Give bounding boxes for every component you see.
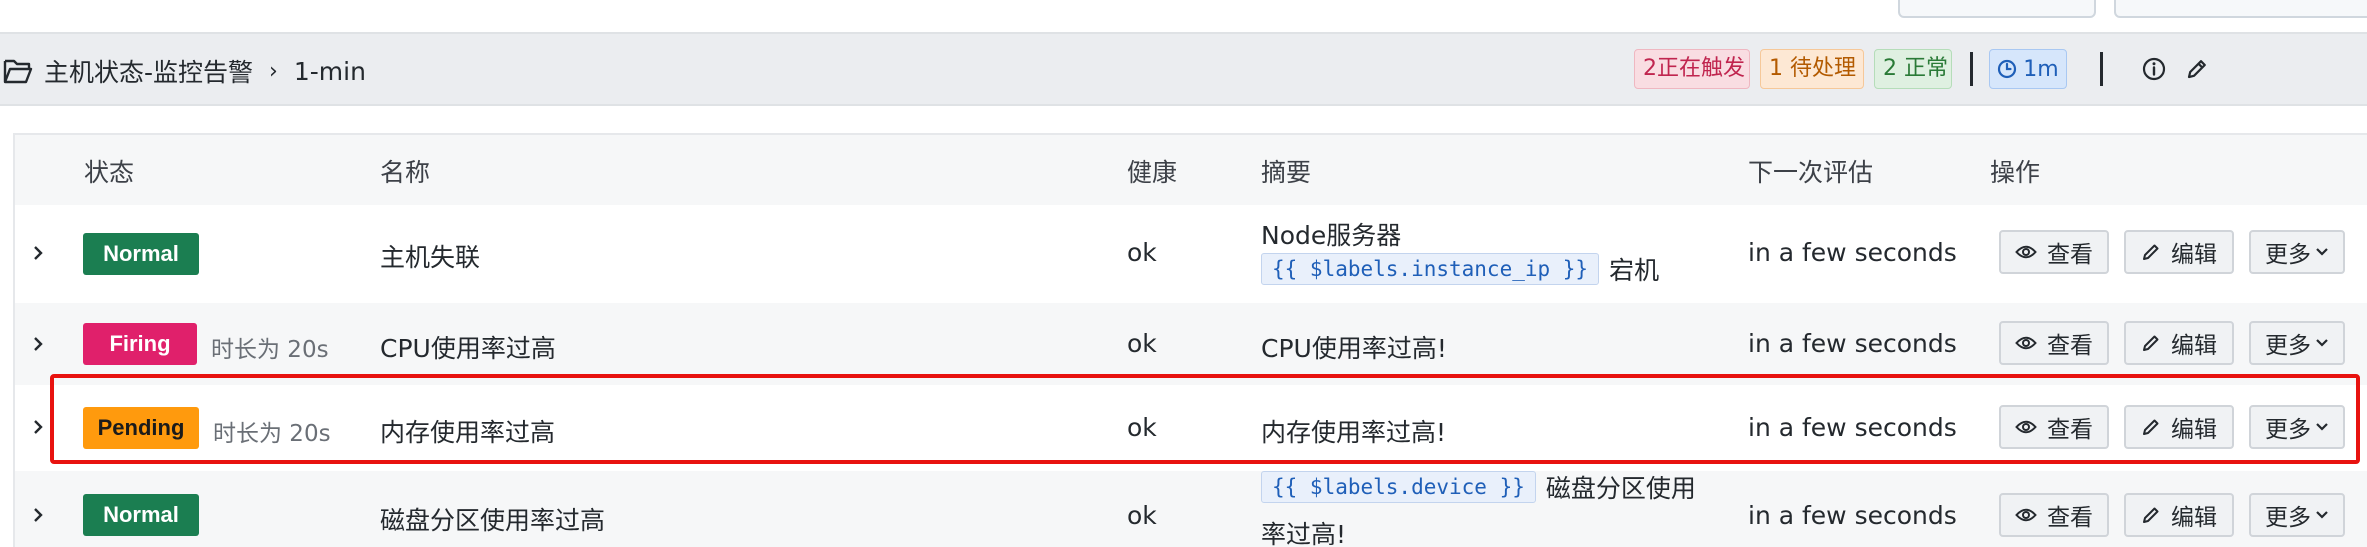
- chevron-down-icon: [2316, 511, 2328, 519]
- more-menu-button[interactable]: 更多: [2249, 493, 2345, 537]
- next-evaluation: in a few seconds: [1748, 238, 1957, 267]
- table-row[interactable]: Firing 时长为 20s CPU使用率过高 ok CPU使用率过高! in …: [15, 303, 2367, 385]
- column-header-name: 名称: [380, 158, 431, 187]
- rule-summary: CPU使用率过高!: [1261, 334, 1447, 363]
- info-icon[interactable]: [2141, 56, 2167, 82]
- chevron-right-icon[interactable]: [31, 333, 45, 355]
- divider: [2100, 52, 2103, 86]
- summary-template-code: {{ $labels.instance_ip }}: [1261, 253, 1600, 285]
- folder-open-icon: [3, 59, 33, 84]
- chevron-down-icon: [2316, 339, 2328, 347]
- rule-summary-line: {{ $labels.instance_ip }} 宕机: [1261, 251, 1659, 287]
- next-evaluation: in a few seconds: [1748, 501, 1957, 530]
- more-menu-button[interactable]: 更多: [2249, 321, 2345, 365]
- pending-count-badge: 1 待处理: [1760, 49, 1864, 89]
- group-name: 1-min: [293, 56, 366, 86]
- summary-template-code: {{ $labels.device }}: [1261, 471, 1536, 503]
- view-button[interactable]: 查看: [1999, 493, 2109, 537]
- rule-summary-text: Node服务器: [1261, 221, 1402, 250]
- edit-button-label: 编辑: [2171, 242, 2217, 268]
- evaluation-interval-value: 1m: [2023, 56, 2059, 82]
- state-duration: 时长为 20s: [211, 337, 329, 363]
- edit-button[interactable]: 编辑: [2124, 230, 2234, 274]
- chevron-right-icon[interactable]: [31, 416, 45, 438]
- view-button-label: 查看: [2047, 242, 2093, 268]
- breadcrumb: 主机状态-监控告警 › 1-min: [44, 52, 366, 90]
- next-evaluation: in a few seconds: [1748, 329, 1957, 358]
- rule-name: CPU使用率过高: [380, 334, 556, 363]
- rule-health: ok: [1127, 238, 1157, 267]
- column-header-state: 状态: [84, 158, 135, 187]
- table-header: 状态 名称 健康 摘要 下一次评估 操作: [15, 135, 2367, 205]
- group-folder-name[interactable]: 主机状态-监控告警: [44, 53, 253, 89]
- pencil-icon: [2143, 507, 2159, 523]
- edit-button[interactable]: 编辑: [2124, 321, 2234, 365]
- view-button[interactable]: 查看: [1999, 230, 2109, 274]
- chevron-right-icon: ›: [269, 58, 278, 84]
- chevron-down-icon: [2316, 248, 2328, 256]
- state-badge: Firing: [83, 323, 197, 365]
- view-button-label: 查看: [2047, 505, 2093, 531]
- edit-button-label: 编辑: [2171, 505, 2217, 531]
- edit-button[interactable]: 编辑: [2124, 493, 2234, 537]
- pencil-icon: [2143, 244, 2159, 260]
- more-button-label: 更多: [2265, 505, 2311, 531]
- rule-group-header: 主机状态-监控告警 › 1-min 2正在触发 1 待处理 2 正常 1m: [0, 32, 2367, 106]
- clock-icon: [1998, 59, 2017, 79]
- pencil-icon: [2143, 335, 2159, 351]
- rule-health: ok: [1127, 329, 1157, 358]
- more-menu-button[interactable]: 更多: [2249, 230, 2345, 274]
- state-badge: Normal: [83, 494, 199, 536]
- rule-health: ok: [1127, 501, 1157, 530]
- firing-count-badge: 2正在触发: [1634, 49, 1750, 89]
- top-toolbar-strip: [0, 0, 2367, 32]
- column-header-summary: 摘要: [1261, 158, 1312, 187]
- alert-rules-table: 状态 名称 健康 摘要 下一次评估 操作 Normal 主机失联 ok Node…: [13, 133, 2367, 547]
- rule-name: 磁盘分区使用率过高: [380, 506, 606, 535]
- column-header-actions: 操作: [1990, 158, 2041, 187]
- more-button-label: 更多: [2265, 242, 2311, 268]
- state-badge: Normal: [83, 233, 199, 275]
- edit-button-label: 编辑: [2171, 333, 2217, 359]
- evaluation-interval-badge: 1m: [1989, 49, 2067, 89]
- chevron-right-icon[interactable]: [31, 504, 45, 526]
- top-button-partial-1[interactable]: [1898, 0, 2096, 18]
- highlight-box: [50, 374, 2360, 464]
- rule-summary-text-wrap: 率过高!: [1261, 520, 1347, 547]
- top-button-partial-2[interactable]: [2114, 0, 2367, 18]
- eye-icon: [2015, 245, 2037, 259]
- column-header-next-evaluation: 下一次评估: [1748, 158, 1874, 187]
- chevron-right-icon[interactable]: [31, 242, 45, 264]
- view-button[interactable]: 查看: [1999, 321, 2109, 365]
- summary-text-after-code: 磁盘分区使用: [1545, 474, 1696, 503]
- table-row[interactable]: Normal 磁盘分区使用率过高 ok {{ $labels.device }}…: [15, 471, 2367, 547]
- rule-name: 主机失联: [380, 243, 481, 272]
- column-header-health: 健康: [1127, 158, 1178, 187]
- more-button-label: 更多: [2265, 333, 2311, 359]
- table-row[interactable]: Normal 主机失联 ok Node服务器 {{ $labels.instan…: [15, 205, 2367, 303]
- eye-icon: [2015, 336, 2037, 350]
- rule-summary-line: {{ $labels.device }} 磁盘分区使用: [1261, 469, 1696, 505]
- divider: [1970, 52, 1973, 86]
- summary-text-after-code: 宕机: [1609, 256, 1660, 285]
- view-button-label: 查看: [2047, 333, 2093, 359]
- normal-count-badge: 2 正常: [1874, 49, 1952, 89]
- pencil-icon[interactable]: [2184, 56, 2210, 82]
- eye-icon: [2015, 508, 2037, 522]
